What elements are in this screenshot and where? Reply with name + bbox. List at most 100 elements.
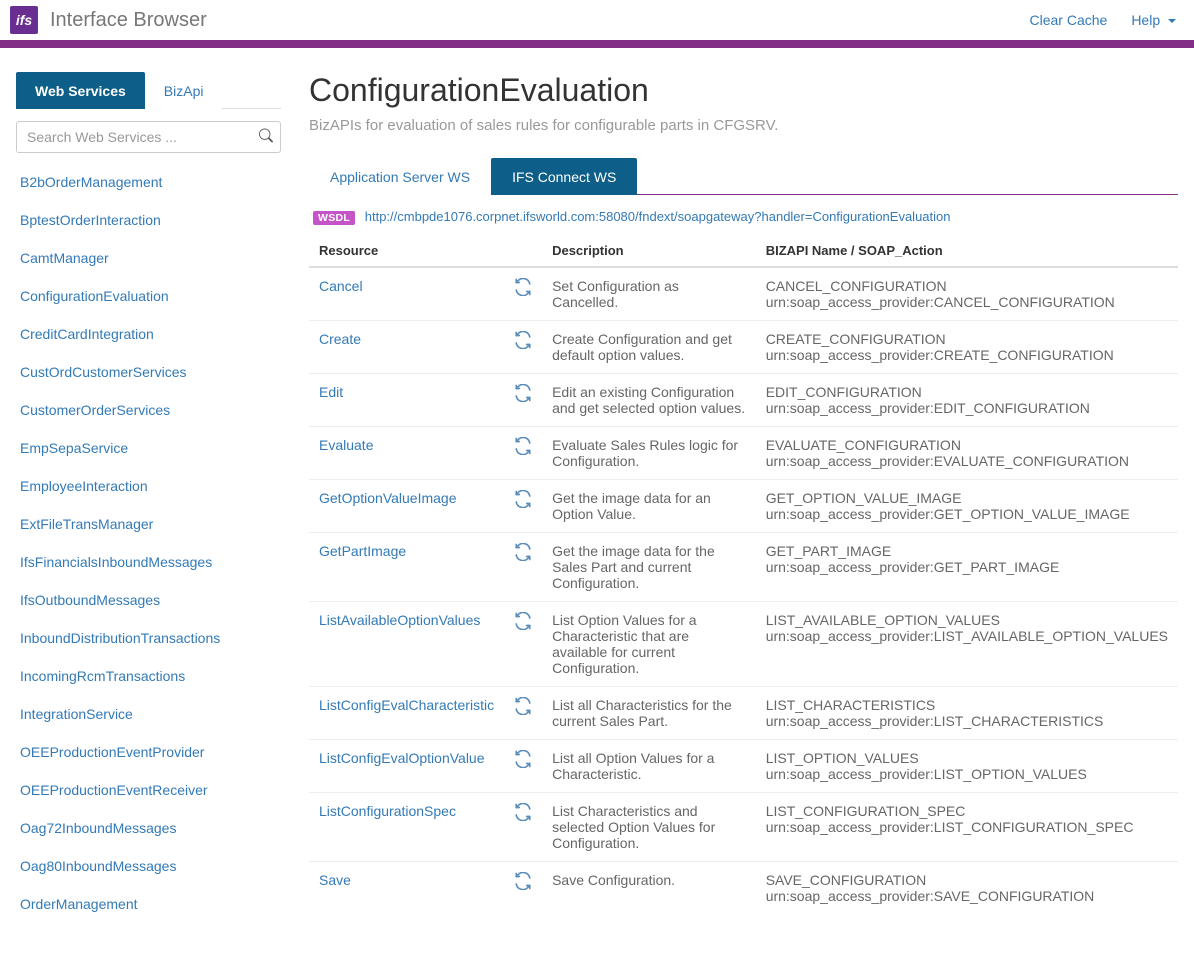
soap-action: urn:soap_access_provider:EVALUATE_CONFIG…: [766, 453, 1168, 469]
sidebar-item-link[interactable]: CustOrdCustomerServices: [20, 364, 187, 380]
sidebar-item[interactable]: IfsFinancialsInboundMessages: [16, 543, 281, 581]
refresh-icon[interactable]: [514, 278, 532, 296]
sync-cell: [504, 267, 542, 321]
resource-cell: Save: [309, 861, 504, 914]
resource-link[interactable]: Cancel: [319, 278, 363, 294]
sidebar-item[interactable]: EmpSepaService: [16, 429, 281, 467]
resource-cell: ListConfigEvalCharacteristic: [309, 686, 504, 739]
refresh-icon[interactable]: [514, 612, 532, 630]
sidebar-item[interactable]: ConfigurationEvaluation: [16, 277, 281, 315]
tab-application-server-ws[interactable]: Application Server WS: [309, 158, 491, 195]
sidebar-item-link[interactable]: B2bOrderManagement: [20, 174, 162, 190]
sidebar-item[interactable]: CreditCardIntegration: [16, 315, 281, 353]
sidebar-item-link[interactable]: ConfigurationEvaluation: [20, 288, 169, 304]
sidebar-item[interactable]: IfsOutboundMessages: [16, 581, 281, 619]
search-wrap: [16, 121, 281, 153]
refresh-icon[interactable]: [514, 803, 532, 821]
refresh-icon[interactable]: [514, 437, 532, 455]
resource-link[interactable]: Save: [319, 872, 351, 888]
resource-link[interactable]: ListAvailableOptionValues: [319, 612, 480, 628]
sidebar-item[interactable]: IncomingRcmTransactions: [16, 657, 281, 695]
resource-link[interactable]: ListConfigEvalCharacteristic: [319, 697, 494, 713]
table-row: ListConfigurationSpecList Characteristic…: [309, 792, 1178, 861]
sidebar-item-link[interactable]: CreditCardIntegration: [20, 326, 154, 342]
sidebar-item-link[interactable]: OEEProductionEventProvider: [20, 744, 204, 760]
sidebar-item-link[interactable]: ExtFileTransManager: [20, 516, 153, 532]
sidebar-item[interactable]: InboundDistributionTransactions: [16, 619, 281, 657]
search-icon[interactable]: [259, 129, 273, 146]
tab-web-services[interactable]: Web Services: [16, 72, 145, 109]
col-description: Description: [542, 235, 756, 267]
sidebar-item-link[interactable]: Oag80InboundMessages: [20, 858, 176, 874]
bizapi-name: EDIT_CONFIGURATION: [766, 384, 1168, 400]
help-dropdown[interactable]: Help: [1131, 12, 1176, 28]
sidebar-item-link[interactable]: IncomingRcmTransactions: [20, 668, 185, 684]
sidebar-item[interactable]: BptestOrderInteraction: [16, 201, 281, 239]
sidebar-item-link[interactable]: BptestOrderInteraction: [20, 212, 161, 228]
tab-ifs-connect-ws[interactable]: IFS Connect WS: [491, 158, 637, 195]
sidebar-item[interactable]: OEEProductionEventReceiver: [16, 771, 281, 809]
resource-cell: Edit: [309, 373, 504, 426]
resource-link[interactable]: ListConfigurationSpec: [319, 803, 456, 819]
sidebar-item-link[interactable]: EmpSepaService: [20, 440, 128, 456]
sidebar-item[interactable]: CustomerOrderServices: [16, 391, 281, 429]
sidebar-item-link[interactable]: CustomerOrderServices: [20, 402, 170, 418]
bizapi-name: LIST_CONFIGURATION_SPEC: [766, 803, 1168, 819]
table-body: CancelSet Configuration as Cancelled.CAN…: [309, 267, 1178, 914]
refresh-icon[interactable]: [514, 384, 532, 402]
sidebar-item-link[interactable]: IntegrationService: [20, 706, 133, 722]
page-description: BizAPIs for evaluation of sales rules fo…: [309, 117, 1178, 134]
sidebar-item-link[interactable]: CamtManager: [20, 250, 109, 266]
refresh-icon[interactable]: [514, 750, 532, 768]
resource-link[interactable]: Evaluate: [319, 437, 373, 453]
bizapi-name: LIST_OPTION_VALUES: [766, 750, 1168, 766]
wsdl-url-link[interactable]: http://cmbpde1076.corpnet.ifsworld.com:5…: [365, 209, 951, 224]
tab-bizapi[interactable]: BizApi: [145, 72, 223, 109]
refresh-icon[interactable]: [514, 331, 532, 349]
table-row: EvaluateEvaluate Sales Rules logic for C…: [309, 426, 1178, 479]
resource-link[interactable]: GetOptionValueImage: [319, 490, 457, 506]
bizapi-cell: EDIT_CONFIGURATIONurn:soap_access_provid…: [756, 373, 1178, 426]
sidebar-item[interactable]: ExtFileTransManager: [16, 505, 281, 543]
sidebar-item[interactable]: EmployeeInteraction: [16, 467, 281, 505]
sidebar-item-link[interactable]: InboundDistributionTransactions: [20, 630, 220, 646]
sidebar-item[interactable]: Oag72InboundMessages: [16, 809, 281, 847]
search-input[interactable]: [16, 121, 281, 153]
resource-link[interactable]: Edit: [319, 384, 343, 400]
soap-action: urn:soap_access_provider:LIST_CHARACTERI…: [766, 713, 1168, 729]
resource-link[interactable]: Create: [319, 331, 361, 347]
sidebar-item-link[interactable]: OrderManagement: [20, 896, 138, 912]
refresh-icon[interactable]: [514, 872, 532, 890]
sidebar-item[interactable]: IntegrationService: [16, 695, 281, 733]
soap-action: urn:soap_access_provider:GET_OPTION_VALU…: [766, 506, 1168, 522]
sync-cell: [504, 479, 542, 532]
resource-cell: Evaluate: [309, 426, 504, 479]
table-row: ListConfigEvalOptionValueList all Option…: [309, 739, 1178, 792]
sync-cell: [504, 373, 542, 426]
sync-cell: [504, 686, 542, 739]
sidebar-item-link[interactable]: Oag72InboundMessages: [20, 820, 176, 836]
bizapi-cell: GET_PART_IMAGEurn:soap_access_provider:G…: [756, 532, 1178, 601]
sidebar-item-link[interactable]: OEEProductionEventReceiver: [20, 782, 208, 798]
sidebar-item-link[interactable]: IfsFinancialsInboundMessages: [20, 554, 212, 570]
refresh-icon[interactable]: [514, 490, 532, 508]
main-content: ConfigurationEvaluation BizAPIs for eval…: [309, 72, 1178, 923]
clear-cache-link[interactable]: Clear Cache: [1029, 12, 1107, 28]
bizapi-name: LIST_AVAILABLE_OPTION_VALUES: [766, 612, 1168, 628]
sidebar-item-link[interactable]: IfsOutboundMessages: [20, 592, 160, 608]
refresh-icon[interactable]: [514, 543, 532, 561]
accent-strip: [0, 40, 1194, 48]
sidebar-item[interactable]: Oag80InboundMessages: [16, 847, 281, 885]
sidebar-item[interactable]: CustOrdCustomerServices: [16, 353, 281, 391]
sidebar-item[interactable]: B2bOrderManagement: [16, 163, 281, 201]
sidebar-item-link[interactable]: EmployeeInteraction: [20, 478, 148, 494]
resource-table: Resource Description BIZAPI Name / SOAP_…: [309, 235, 1178, 914]
bizapi-cell: CREATE_CONFIGURATIONurn:soap_access_prov…: [756, 320, 1178, 373]
bizapi-name: SAVE_CONFIGURATION: [766, 872, 1168, 888]
resource-link[interactable]: GetPartImage: [319, 543, 406, 559]
sidebar-item[interactable]: OrderManagement: [16, 885, 281, 923]
sidebar-item[interactable]: OEEProductionEventProvider: [16, 733, 281, 771]
resource-link[interactable]: ListConfigEvalOptionValue: [319, 750, 485, 766]
refresh-icon[interactable]: [514, 697, 532, 715]
sidebar-item[interactable]: CamtManager: [16, 239, 281, 277]
